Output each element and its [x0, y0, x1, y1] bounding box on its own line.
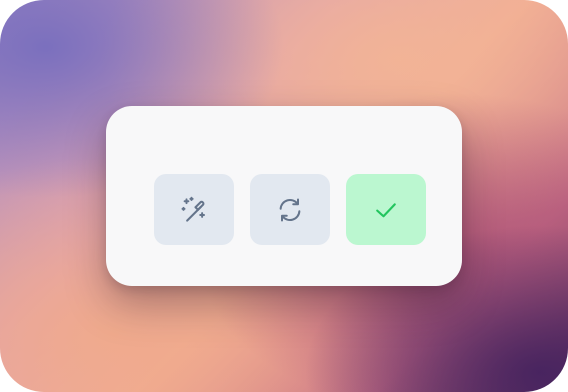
refresh-button[interactable]	[250, 174, 330, 245]
check-icon	[371, 195, 401, 225]
refresh-icon	[275, 195, 305, 225]
magic-wand-icon	[179, 195, 209, 225]
confirm-button[interactable]	[346, 174, 426, 245]
magic-wand-button[interactable]	[154, 174, 234, 245]
action-card	[106, 106, 462, 286]
background	[0, 0, 568, 392]
